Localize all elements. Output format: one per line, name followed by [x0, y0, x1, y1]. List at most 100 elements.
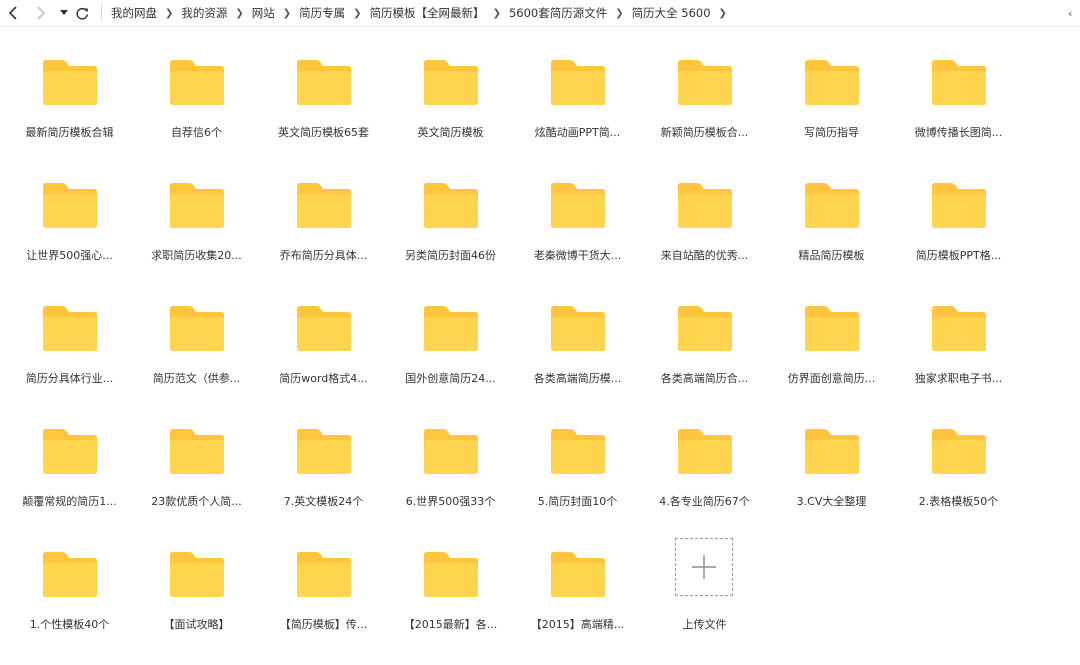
folder-icon-wrapper	[677, 427, 733, 475]
folder-icon-wrapper	[804, 427, 860, 475]
folder-label: 【2015】高端精...	[530, 618, 625, 631]
folder-icon	[678, 429, 732, 474]
folder-item[interactable]: 7.英文模板24个	[260, 419, 387, 542]
breadcrumb-chevron-icon: ❯	[353, 7, 362, 19]
folder-icon	[678, 306, 732, 351]
folder-icon-wrapper	[550, 427, 606, 475]
folder-item[interactable]: 【2015】高端精...	[514, 542, 641, 665]
folder-item[interactable]: 新颖简历模板合...	[641, 50, 768, 173]
folder-label: 英文简历模板65套	[278, 126, 369, 139]
folder-item[interactable]: 求职简历收集20...	[133, 173, 260, 296]
folder-icon	[297, 183, 351, 228]
folder-icon	[424, 552, 478, 597]
folder-item[interactable]: 简历范文（供参...	[133, 296, 260, 419]
forward-button[interactable]	[32, 2, 50, 24]
folder-icon-wrapper	[423, 304, 479, 352]
breadcrumb-item[interactable]: 我的网盘	[111, 5, 157, 21]
folder-item[interactable]: 国外创意简历24...	[387, 296, 514, 419]
folder-icon-wrapper	[677, 181, 733, 229]
breadcrumb-item[interactable]: 网站	[252, 5, 275, 21]
back-button[interactable]	[4, 2, 22, 24]
folder-icon-wrapper	[931, 304, 987, 352]
folder-label: 乔布简历分具体...	[279, 249, 368, 262]
breadcrumb-chevron-icon: ❯	[235, 7, 244, 19]
folder-icon	[932, 183, 986, 228]
folder-icon-wrapper	[423, 427, 479, 475]
folder-item[interactable]: 独家求职电子书...	[895, 296, 1022, 419]
folder-label: 炫酷动画PPT简...	[534, 126, 621, 139]
folder-item[interactable]: 6.世界500强33个	[387, 419, 514, 542]
folder-icon	[551, 429, 605, 474]
folder-icon	[932, 429, 986, 474]
folder-item[interactable]: 精品简历模板	[768, 173, 895, 296]
folder-item[interactable]: 来自站酷的优秀...	[641, 173, 768, 296]
history-dropdown[interactable]	[58, 2, 70, 24]
folder-label: 6.世界500强33个	[405, 495, 496, 508]
folder-item[interactable]: 各类高端简历合...	[641, 296, 768, 419]
caret-down-icon	[60, 10, 68, 15]
folder-icon	[424, 429, 478, 474]
folder-item[interactable]: 【面试攻略】	[133, 542, 260, 665]
folder-item[interactable]: 炫酷动画PPT简...	[514, 50, 641, 173]
chevron-left-icon	[8, 6, 17, 20]
folder-item[interactable]: 简历分具体行业...	[6, 296, 133, 419]
folder-item[interactable]: 另类简历封面46份	[387, 173, 514, 296]
folder-item[interactable]: 乔布简历分具体...	[260, 173, 387, 296]
breadcrumb-item[interactable]: 简历专属	[299, 5, 345, 21]
folder-item[interactable]: 老秦微博干货大...	[514, 173, 641, 296]
folder-item[interactable]: 最新简历模板合辑	[6, 50, 133, 173]
folder-icon	[170, 552, 224, 597]
folder-item[interactable]: 各类高端简历模...	[514, 296, 641, 419]
upload-drop-zone[interactable]	[675, 538, 733, 596]
folder-item[interactable]: 英文简历模板65套	[260, 50, 387, 173]
folder-item[interactable]: 让世界500强心...	[6, 173, 133, 296]
folder-label: 颠覆常规的简历1...	[22, 495, 117, 508]
folder-icon-wrapper	[42, 58, 98, 106]
folder-item[interactable]: 5.简历封面10个	[514, 419, 641, 542]
folder-item[interactable]: 简历word格式4...	[260, 296, 387, 419]
folder-item[interactable]: 英文简历模板	[387, 50, 514, 173]
folder-item[interactable]: 颠覆常规的简历1...	[6, 419, 133, 542]
folder-item[interactable]: 自荐信6个	[133, 50, 260, 173]
breadcrumb-item[interactable]: 我的资源	[181, 5, 227, 21]
breadcrumb-item[interactable]: 5600套简历源文件	[509, 5, 607, 21]
folder-item[interactable]: 写简历指导	[768, 50, 895, 173]
folder-icon	[170, 429, 224, 474]
folder-item[interactable]: 2.表格模板50个	[895, 419, 1022, 542]
folder-label: 【面试攻略】	[163, 618, 230, 631]
folder-icon-wrapper	[296, 550, 352, 598]
folder-item[interactable]: 4.各专业简历67个	[641, 419, 768, 542]
folder-item[interactable]: 3.CV大全整理	[768, 419, 895, 542]
folder-icon-wrapper	[296, 181, 352, 229]
folder-label: 微博传播长图简...	[914, 126, 1003, 139]
folder-icon	[551, 306, 605, 351]
folder-label: 23款优质个人简...	[151, 495, 242, 508]
folder-label: 来自站酷的优秀...	[660, 249, 749, 262]
folder-icon-wrapper	[804, 58, 860, 106]
breadcrumb-item[interactable]: 简历模板【全网最新】	[370, 5, 485, 21]
folder-label: 简历word格式4...	[279, 372, 368, 385]
folder-icon	[43, 552, 97, 597]
upload-label: 上传文件	[682, 618, 727, 631]
folder-icon-wrapper	[169, 550, 225, 598]
folder-icon	[297, 60, 351, 105]
breadcrumb-item[interactable]: 简历大全 5600	[632, 5, 711, 21]
upload-file-button[interactable]: 上传文件	[641, 538, 768, 665]
folder-item[interactable]: 简历模板PPT格...	[895, 173, 1022, 296]
folder-icon	[170, 60, 224, 105]
breadcrumb: 我的网盘 ❯ 我的资源 ❯ 网站 ❯ 简历专属 ❯ 简历模板【全网最新】 ❯ 5600套简历源文件 ❯…	[111, 0, 735, 26]
overflow-chevron[interactable]: ‹	[1068, 0, 1080, 26]
folder-icon	[678, 183, 732, 228]
folder-label: 4.各专业简历67个	[659, 495, 750, 508]
folder-item[interactable]: 【2015最新】各...	[387, 542, 514, 665]
folder-item[interactable]: 【简历模板】传...	[260, 542, 387, 665]
folder-item[interactable]: 1.个性模板40个	[6, 542, 133, 665]
folder-icon	[805, 306, 859, 351]
folder-item[interactable]: 仿界面创意简历...	[768, 296, 895, 419]
folder-icon	[297, 306, 351, 351]
refresh-button[interactable]	[74, 2, 90, 24]
folder-icon	[43, 60, 97, 105]
folder-item[interactable]: 微博传播长图简...	[895, 50, 1022, 173]
folder-item[interactable]: 23款优质个人简...	[133, 419, 260, 542]
top-toolbar: 我的网盘 ❯ 我的资源 ❯ 网站 ❯ 简历专属 ❯ 简历模板【全网最新】 ❯ 5600套简历源文件 ❯…	[0, 0, 1080, 27]
